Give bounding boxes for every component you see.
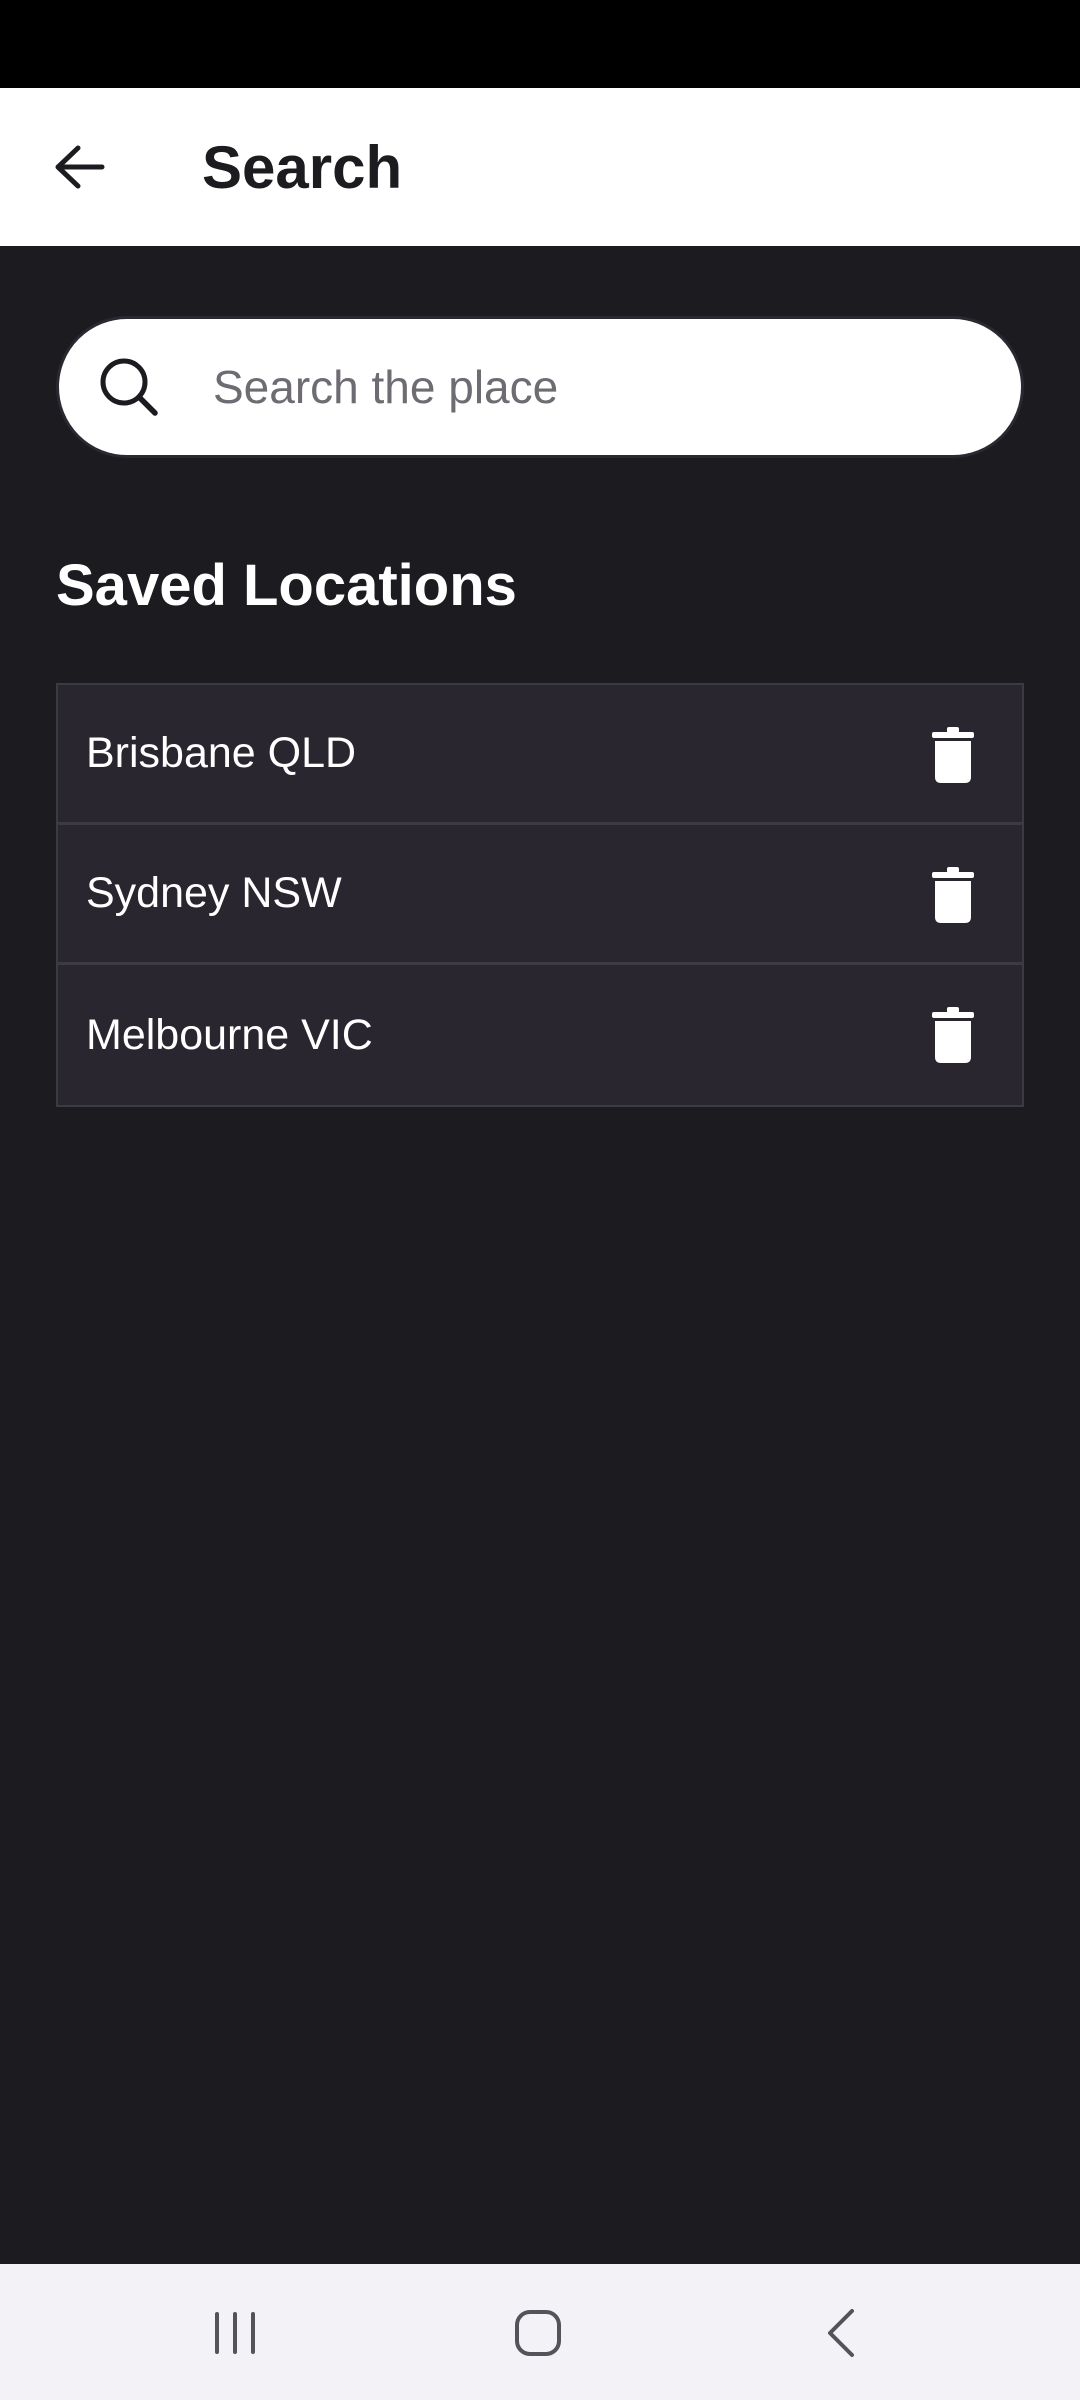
- list-item[interactable]: Melbourne VIC: [58, 965, 1022, 1105]
- search-bar[interactable]: [56, 316, 1024, 458]
- saved-locations-heading: Saved Locations: [56, 553, 517, 618]
- delete-button[interactable]: [918, 859, 988, 931]
- back-chevron-icon: [828, 2309, 854, 2357]
- list-item[interactable]: Sydney NSW: [58, 825, 1022, 965]
- search-icon[interactable]: [91, 349, 167, 425]
- search-input[interactable]: [213, 339, 993, 435]
- location-label: Melbourne VIC: [86, 1010, 373, 1059]
- home-button[interactable]: [483, 2288, 593, 2378]
- back-button[interactable]: [40, 122, 120, 212]
- delete-button[interactable]: [918, 719, 988, 791]
- page-title: Search: [202, 133, 403, 201]
- trash-icon: [932, 727, 974, 783]
- arrow-left-icon: [55, 145, 105, 189]
- location-label: Brisbane QLD: [86, 729, 357, 777]
- saved-locations-list: Brisbane QLD Sydney NSW Melbourne VIC: [56, 683, 1024, 1107]
- home-icon: [515, 2310, 561, 2356]
- list-item[interactable]: Brisbane QLD: [58, 685, 1022, 825]
- delete-button[interactable]: [918, 999, 988, 1071]
- system-nav-bar: [0, 2264, 1080, 2400]
- recents-button[interactable]: [180, 2288, 290, 2378]
- status-bar: [0, 0, 1080, 88]
- recents-icon: [215, 2312, 255, 2354]
- location-label: Sydney NSW: [86, 869, 342, 917]
- system-back-button[interactable]: [786, 2288, 896, 2378]
- trash-icon: [932, 867, 974, 923]
- trash-icon: [932, 1007, 974, 1063]
- content-area: Saved Locations Brisbane QLD Sydney NSW: [0, 246, 1080, 2264]
- app-bar: Search: [0, 88, 1080, 246]
